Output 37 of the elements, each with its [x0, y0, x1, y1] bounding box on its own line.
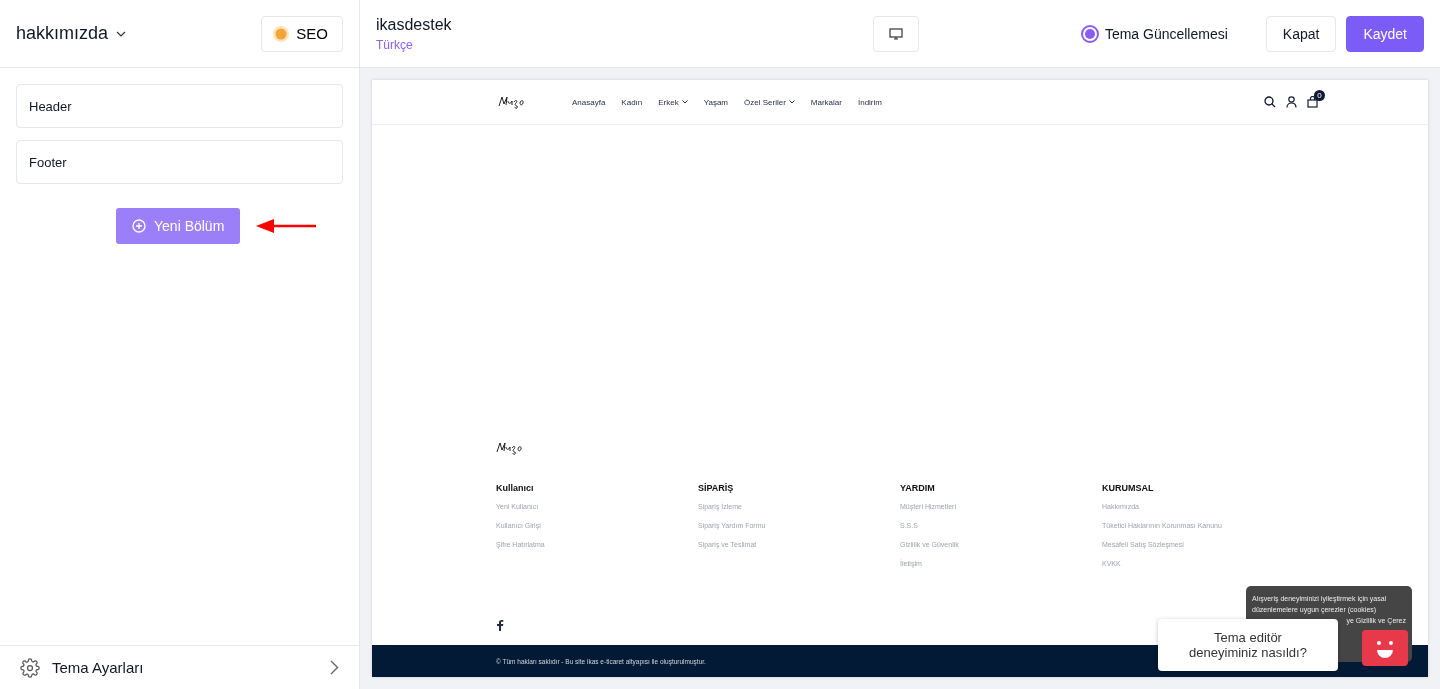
section-item[interactable]: Footer — [16, 140, 343, 184]
settings-icon — [20, 657, 40, 678]
monitor-icon — [888, 27, 903, 40]
chat-bot-icon[interactable] — [1362, 630, 1408, 666]
facebook-icon[interactable] — [496, 619, 504, 631]
chevron-right-icon — [330, 660, 339, 675]
footer-heading: KURUMSAL — [1102, 483, 1155, 493]
status-dot-icon — [272, 24, 291, 43]
search-icon[interactable] — [1264, 96, 1276, 108]
seo-button[interactable]: SEO — [261, 15, 343, 52]
arrow-annotation — [256, 218, 317, 234]
theme-update-label: Tema Güncellemesi — [1104, 25, 1228, 42]
footer-heading: SİPARİŞ — [698, 483, 735, 493]
nav-link[interactable]: Yaşam — [703, 97, 729, 107]
page-selector[interactable]: hakkımızda — [16, 23, 127, 44]
chevron-down-icon — [116, 30, 127, 37]
nav-link[interactable]: Anasayfa — [572, 97, 606, 107]
feedback-bubble[interactable]: Tema editör deneyiminiz nasıldı? — [1158, 619, 1338, 671]
cart-count: 0 — [1314, 90, 1325, 101]
language-label[interactable]: Türkçe — [376, 37, 452, 52]
desktop-view-button[interactable] — [872, 15, 919, 52]
close-button[interactable]: Kapat — [1265, 15, 1337, 52]
nav-link[interactable]: Özel Seriler — [744, 97, 795, 107]
nav-link[interactable]: İndirim — [857, 97, 882, 107]
nav-link[interactable]: Erkek — [658, 97, 688, 107]
footer-heading: Kullanıcı — [496, 483, 535, 493]
user-icon[interactable] — [1286, 96, 1297, 108]
section-item[interactable]: Header — [16, 84, 343, 128]
save-button[interactable]: Kaydet — [1346, 15, 1424, 52]
plus-circle-icon — [132, 219, 146, 233]
nav-link[interactable]: Kadın — [621, 97, 643, 107]
radio-button[interactable] — [1080, 24, 1099, 43]
nav-link[interactable]: Markalar — [810, 97, 842, 107]
new-section-button[interactable]: Yeni Bölüm — [116, 208, 241, 244]
store-name: ikasdestek — [376, 15, 452, 34]
footer-heading: YARDIM — [900, 483, 936, 493]
bag-icon[interactable] — [1307, 96, 1318, 108]
